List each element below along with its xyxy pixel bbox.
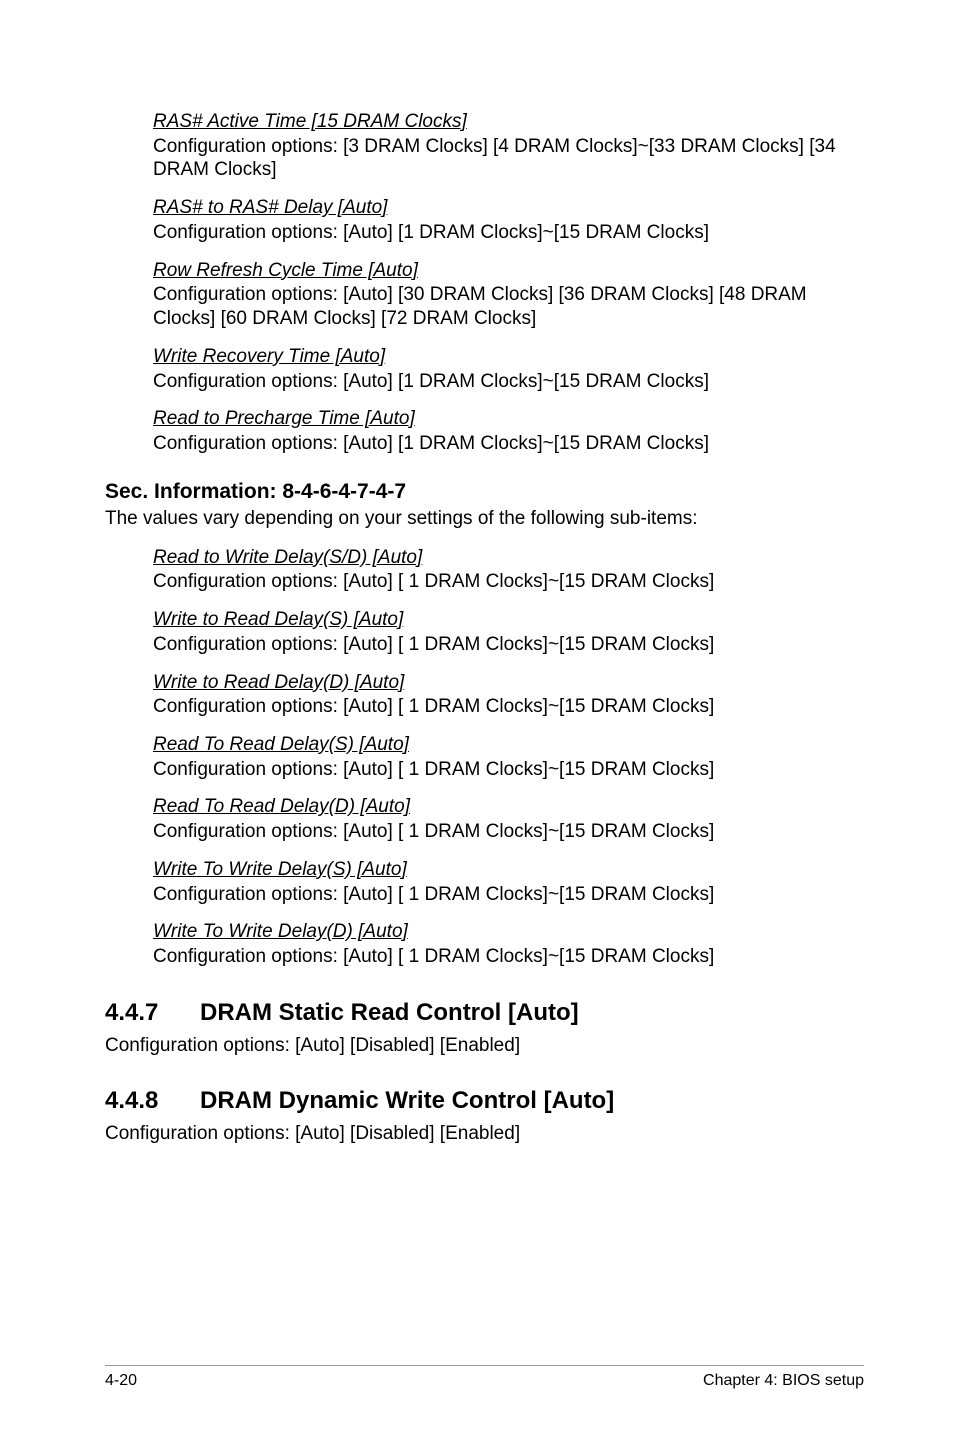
setting-desc: Configuration options: [Auto] [ 1 DRAM C… [153,883,864,907]
setting-desc: Configuration options: [Auto] [ 1 DRAM C… [153,758,864,782]
page-number: 4-20 [105,1372,137,1390]
setting-title: RAS# Active Time [15 DRAM Clocks] [153,110,864,135]
setting-desc: Configuration options: [Auto] [ 1 DRAM C… [153,633,864,657]
section-448-desc: Configuration options: [Auto] [Disabled]… [105,1123,864,1145]
setting-desc: Configuration options: [Auto] [ 1 DRAM C… [153,695,864,719]
section-447-heading: 4.4.7DRAM Static Read Control [Auto] [105,999,864,1027]
setting-title: Write To Write Delay(D) [Auto] [153,920,864,945]
setting-title: Read to Precharge Time [Auto] [153,407,864,432]
setting-desc: Configuration options: [Auto] [1 DRAM Cl… [153,370,864,394]
setting-desc: Configuration options: [Auto] [30 DRAM C… [153,283,864,331]
document-page: RAS# Active Time [15 DRAM Clocks] Config… [0,0,954,1438]
primary-settings-group: RAS# Active Time [15 DRAM Clocks] Config… [153,110,864,456]
setting-desc: Configuration options: [Auto] [1 DRAM Cl… [153,432,864,456]
setting-desc: Configuration options: [Auto] [ 1 DRAM C… [153,945,864,969]
sec-information-heading: Sec. Information: 8-4-6-4-7-4-7 [105,480,864,504]
page-footer: 4-20 Chapter 4: BIOS setup [105,1365,864,1390]
setting-title: RAS# to RAS# Delay [Auto] [153,196,864,221]
section-number: 4.4.8 [105,1087,200,1115]
section-448-heading: 4.4.8DRAM Dynamic Write Control [Auto] [105,1087,864,1115]
setting-desc: Configuration options: [Auto] [1 DRAM Cl… [153,221,864,245]
setting-desc: Configuration options: [Auto] [ 1 DRAM C… [153,570,864,594]
section-447-desc: Configuration options: [Auto] [Disabled]… [105,1035,864,1057]
setting-title: Read To Read Delay(S) [Auto] [153,733,864,758]
setting-title: Read to Write Delay(S/D) [Auto] [153,546,864,571]
setting-title: Write to Read Delay(D) [Auto] [153,671,864,696]
section-title: DRAM Dynamic Write Control [Auto] [200,1087,614,1114]
section-title: DRAM Static Read Control [Auto] [200,999,579,1026]
chapter-label: Chapter 4: BIOS setup [703,1372,864,1390]
setting-desc: Configuration options: [3 DRAM Clocks] [… [153,135,864,183]
setting-title: Write Recovery Time [Auto] [153,345,864,370]
setting-title: Write To Write Delay(S) [Auto] [153,858,864,883]
sec-settings-group: Read to Write Delay(S/D) [Auto] Configur… [153,546,864,969]
setting-title: Row Refresh Cycle Time [Auto] [153,259,864,284]
setting-title: Read To Read Delay(D) [Auto] [153,795,864,820]
setting-desc: Configuration options: [Auto] [ 1 DRAM C… [153,820,864,844]
setting-title: Write to Read Delay(S) [Auto] [153,608,864,633]
section-number: 4.4.7 [105,999,200,1027]
sec-information-intro: The values vary depending on your settin… [105,508,864,530]
